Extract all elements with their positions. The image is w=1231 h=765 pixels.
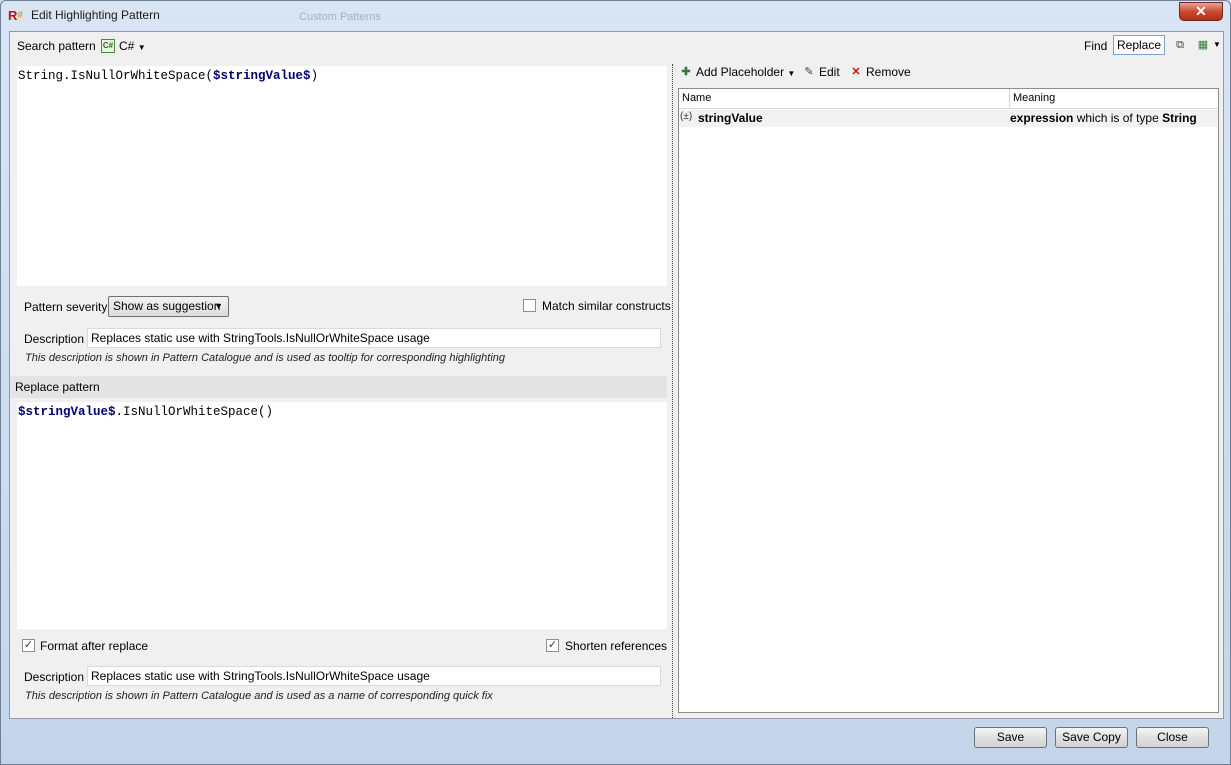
column-header-name[interactable]: Name xyxy=(682,92,711,104)
replace-description-field[interactable]: Replaces static use with StringTools.IsN… xyxy=(87,666,661,686)
copy-pattern-icon[interactable]: ⧉ xyxy=(1172,37,1188,53)
export-dropdown-chevron-icon[interactable]: ▼ xyxy=(1209,37,1225,53)
csharp-file-icon: C# xyxy=(101,39,115,53)
meaning-connector: which is of type xyxy=(1073,111,1163,125)
dialog-window: R# Edit Highlighting Pattern Custom Patt… xyxy=(0,0,1231,765)
close-button[interactable]: Close xyxy=(1136,727,1209,748)
column-header-meaning[interactable]: Meaning xyxy=(1013,92,1055,104)
replace-code-placeholder: $stringValue$ xyxy=(18,405,116,419)
add-placeholder-icon: ✚ xyxy=(681,66,691,78)
search-pattern-label: Search pattern xyxy=(17,39,96,53)
replace-pattern-editor[interactable]: $stringValue$.IsNullOrWhiteSpace() xyxy=(17,402,667,629)
placeholder-meaning: expression which is of type String xyxy=(1010,111,1197,125)
title-bar: R# Edit Highlighting Pattern Custom Patt… xyxy=(1,1,1230,31)
search-description-hint: This description is shown in Pattern Cat… xyxy=(25,352,506,364)
replace-description-hint: This description is shown in Pattern Cat… xyxy=(25,690,493,702)
background-window-title: Custom Patterns xyxy=(299,11,381,23)
search-pattern-editor[interactable]: String.IsNullOrWhiteSpace($stringValue$) xyxy=(17,66,667,286)
table-row[interactable]: (±) stringValue expression which is of t… xyxy=(679,110,1218,127)
meaning-type: String xyxy=(1162,111,1197,125)
save-button[interactable]: Save xyxy=(974,727,1047,748)
resharper-icon: R# xyxy=(8,8,23,23)
edit-placeholder-button[interactable]: Edit xyxy=(819,65,840,79)
shorten-references-label: Shorten references xyxy=(565,639,668,653)
edit-placeholder-icon: ✎ xyxy=(804,66,814,78)
save-copy-button[interactable]: Save Copy xyxy=(1055,727,1128,748)
language-selector[interactable]: C# ▼ xyxy=(119,39,146,53)
pattern-severity-select[interactable]: Show as suggestion ▼ xyxy=(108,296,229,317)
format-after-replace-label: Format after replace xyxy=(40,639,149,653)
match-similar-checkbox[interactable] xyxy=(523,299,536,312)
meaning-kind: expression xyxy=(1010,111,1074,125)
window-title: Edit Highlighting Pattern xyxy=(31,8,160,22)
shorten-references-checkbox[interactable]: ✓ xyxy=(546,639,559,652)
chevron-down-icon: ▼ xyxy=(137,43,146,52)
placeholder-name: stringValue xyxy=(698,111,763,125)
dialog-client-area: Search pattern C# C# ▼ Find Replace ⧉ ▦ … xyxy=(9,31,1224,719)
add-placeholder-button[interactable]: Add Placeholder ▼ xyxy=(696,65,795,79)
replace-pattern-header: Replace pattern xyxy=(10,376,667,398)
search-code-text-1: String.IsNullOrWhiteSpace( xyxy=(18,69,214,83)
column-divider[interactable] xyxy=(1009,89,1010,109)
language-value: C# xyxy=(119,39,135,53)
remove-placeholder-icon: ✕ xyxy=(851,66,861,78)
search-description-field[interactable]: Replaces static use with StringTools.IsN… xyxy=(87,328,661,348)
replace-code-text: .IsNullOrWhiteSpace() xyxy=(115,405,274,419)
replace-description-label: Description xyxy=(24,670,85,684)
search-code-placeholder: $stringValue$ xyxy=(213,69,311,83)
window-close-button[interactable]: ✕ xyxy=(1179,2,1223,21)
match-similar-label: Match similar constructs xyxy=(542,299,671,313)
search-description-label: Description xyxy=(24,332,85,346)
expression-placeholder-icon: (±) xyxy=(680,111,693,122)
find-mode-link[interactable]: Find xyxy=(1084,39,1107,53)
grid-header: Name Meaning xyxy=(679,89,1218,109)
panel-splitter[interactable] xyxy=(672,64,674,718)
add-placeholder-label: Add Placeholder xyxy=(696,65,785,79)
placeholders-grid: Name Meaning (±) stringValue expression … xyxy=(678,88,1219,713)
search-code-text-2: ) xyxy=(310,69,319,83)
pattern-severity-value: Show as suggestion xyxy=(113,299,221,313)
remove-placeholder-button[interactable]: Remove xyxy=(866,65,911,79)
replace-mode-toggle[interactable]: Replace xyxy=(1113,35,1165,55)
chevron-down-icon: ▼ xyxy=(787,69,796,78)
chevron-down-icon: ▼ xyxy=(214,301,223,311)
pattern-severity-label: Pattern severity xyxy=(24,300,108,314)
format-after-replace-checkbox[interactable]: ✓ xyxy=(22,639,35,652)
